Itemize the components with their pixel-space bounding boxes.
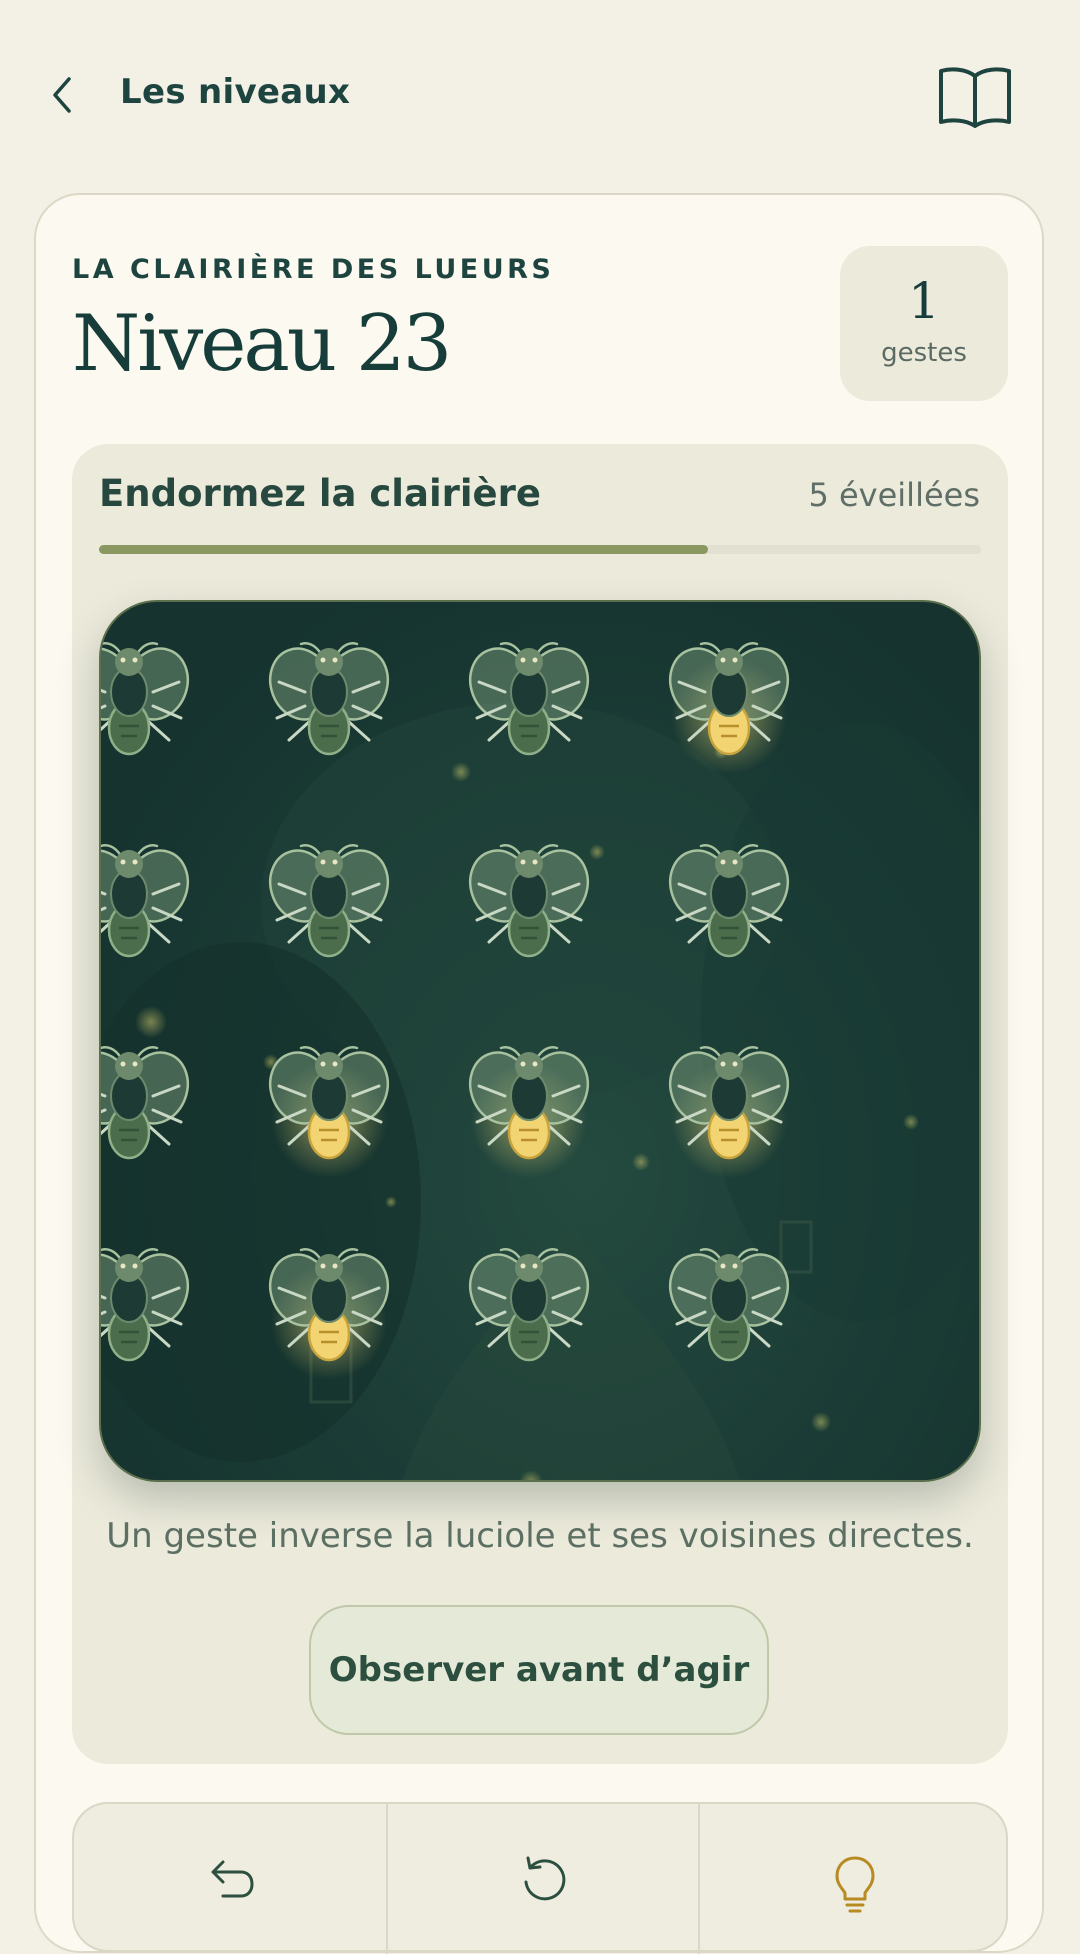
undo-icon — [211, 1860, 254, 1898]
observe-button[interactable]: Observer avant d’agir — [309, 1605, 769, 1735]
goal-text: Endormez la clairière — [99, 472, 541, 515]
firefly-asleep-icon — [468, 642, 590, 756]
firefly-cell[interactable] — [649, 824, 809, 984]
book-icon — [939, 67, 1011, 128]
top-bar: Les niveaux — [0, 0, 1080, 190]
progress-fill — [99, 545, 708, 554]
firefly-asleep-icon — [268, 844, 390, 958]
moves-count: 1 — [908, 272, 940, 330]
rule-hint: Un geste inverse la luciole et ses voisi… — [106, 1516, 974, 1556]
firefly-asleep-icon — [101, 1046, 190, 1160]
firefly-asleep-icon — [668, 1248, 790, 1362]
firefly-lit-icon — [468, 1046, 590, 1178]
firefly-lit-icon — [268, 1248, 390, 1380]
firefly-asleep-icon — [668, 844, 790, 958]
firefly-cell[interactable] — [249, 622, 409, 782]
firefly-cell[interactable] — [649, 1228, 809, 1388]
firefly-cell[interactable] — [101, 1228, 209, 1388]
firefly-cell[interactable] — [249, 1026, 409, 1186]
restart-button[interactable] — [386, 1804, 698, 1954]
firefly-cell[interactable] — [449, 1228, 609, 1388]
firefly-cell[interactable] — [101, 622, 209, 782]
restart-icon — [524, 1856, 566, 1901]
firefly-lit-icon — [668, 1046, 790, 1178]
moves-counter: 1 gestes — [840, 246, 1008, 401]
rules-button[interactable] — [936, 64, 1014, 128]
firefly-cell[interactable] — [449, 622, 609, 782]
back-label[interactable]: Les niveaux — [120, 72, 350, 112]
firefly-cell[interactable] — [249, 824, 409, 984]
back-button[interactable] — [40, 70, 84, 120]
firefly-board — [99, 600, 981, 1482]
progress-bar — [99, 545, 981, 554]
world-name: LA CLAIRIÈRE DES LUEURS — [72, 254, 555, 285]
firefly-cell[interactable] — [449, 1026, 609, 1186]
bottom-toolbar — [72, 1802, 1010, 1954]
firefly-asleep-icon — [101, 844, 190, 958]
firefly-cell[interactable] — [249, 1228, 409, 1388]
firefly-cell[interactable] — [101, 824, 209, 984]
firefly-lit-icon — [668, 642, 790, 774]
firefly-asleep-icon — [101, 642, 190, 756]
awake-count: 5 éveillées — [808, 476, 980, 514]
chevron-left-icon — [53, 77, 71, 113]
level-title: Niveau 23 — [72, 299, 452, 389]
firefly-cell[interactable] — [649, 622, 809, 782]
lightbulb-icon — [835, 1856, 875, 1913]
firefly-cell[interactable] — [449, 824, 609, 984]
firefly-asleep-icon — [468, 1248, 590, 1362]
hint-button[interactable] — [698, 1804, 1010, 1954]
moves-label: gestes — [881, 338, 967, 368]
firefly-asleep-icon — [468, 844, 590, 958]
undo-button[interactable] — [74, 1804, 386, 1954]
firefly-cell[interactable] — [101, 1026, 209, 1186]
firefly-lit-icon — [268, 1046, 390, 1178]
firefly-cell[interactable] — [649, 1026, 809, 1186]
firefly-asleep-icon — [268, 642, 390, 756]
firefly-asleep-icon — [101, 1248, 190, 1362]
